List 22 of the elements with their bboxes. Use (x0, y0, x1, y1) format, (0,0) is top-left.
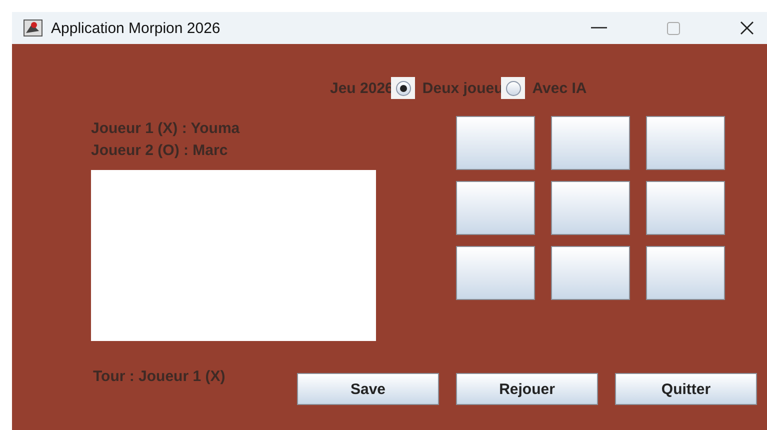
board-cell[interactable] (456, 181, 535, 235)
radio-button[interactable] (391, 77, 416, 99)
app-icon (23, 19, 43, 37)
action-button[interactable]: Save (297, 373, 439, 405)
action-button[interactable]: Quitter (615, 373, 757, 405)
maximize-icon[interactable] (667, 22, 680, 34)
board-cell[interactable] (646, 246, 725, 300)
board-cell[interactable] (551, 246, 630, 300)
minimize-icon[interactable] (591, 27, 607, 29)
board-cell[interactable] (646, 181, 725, 235)
board-cell[interactable] (551, 116, 630, 170)
board-cell[interactable] (456, 246, 535, 300)
action-button[interactable]: Rejouer (456, 373, 598, 405)
board-cell[interactable] (646, 116, 725, 170)
close-icon[interactable] (740, 21, 754, 35)
board-cell[interactable] (551, 181, 630, 235)
board-cell[interactable] (456, 116, 535, 170)
player-label: Joueur 1 (X) : Youma (91, 119, 241, 139)
player-label: Joueur 2 (O) : Marc (91, 141, 229, 161)
turn-label: Tour : Joueur 1 (X) (93, 368, 226, 387)
window-title: Application Morpion 2026 (51, 20, 220, 36)
radio-button[interactable] (501, 77, 526, 99)
